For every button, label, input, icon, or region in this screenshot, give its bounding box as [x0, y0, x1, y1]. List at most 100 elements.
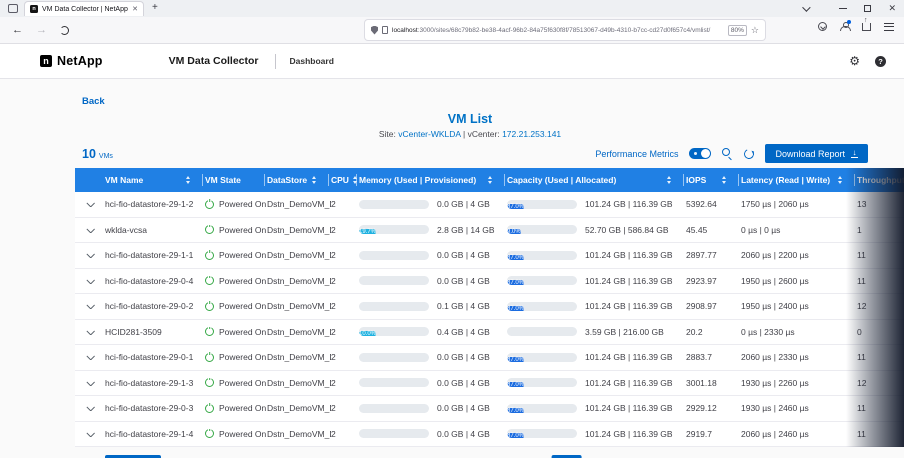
header-expand-spacer	[75, 168, 105, 192]
cell-memory: 0.0 GB | 4 GB	[359, 429, 507, 439]
window-maximize-button[interactable]	[864, 5, 871, 12]
permissions-icon[interactable]	[818, 22, 827, 31]
cell-vm-name: hci-fio-datastore-29-0-2	[105, 301, 205, 311]
browser-back-button[interactable]: ←	[12, 24, 23, 36]
window-close-button[interactable]: ✕	[888, 4, 896, 13]
cell-latency: 2060 µs | 2330 µs	[741, 352, 857, 362]
refresh-icon[interactable]	[743, 147, 756, 160]
list-tabs-chevron-icon[interactable]	[803, 3, 811, 11]
page-zoom-badge[interactable]: 80%	[728, 25, 747, 36]
hamburger-menu-icon[interactable]	[884, 23, 894, 31]
rows-per-page-select[interactable]: 15 Rows	[105, 455, 161, 458]
tab-close-icon[interactable]: ✕	[132, 5, 138, 13]
netapp-favicon	[30, 5, 38, 13]
cell-iops: 2919.7	[686, 429, 741, 439]
share-icon[interactable]	[862, 23, 871, 31]
column-header-memory[interactable]: Memory (Used | Provisioned)	[359, 168, 507, 192]
help-icon[interactable]	[875, 56, 886, 67]
row-expand-chevron[interactable]	[86, 252, 94, 258]
cell-latency: 1930 µs | 2460 µs	[741, 403, 857, 413]
vcenter-ip-link[interactable]: 172.21.253.141	[502, 129, 561, 139]
capacity-bar: 87.0%	[507, 302, 577, 311]
url-bar[interactable]: localhost:3000/sites/68c79b82-be38-4acf-…	[365, 20, 765, 40]
row-expand-chevron[interactable]	[86, 227, 94, 233]
cell-vm-name: hci-fio-datastore-29-1-3	[105, 378, 205, 388]
new-tab-button[interactable]: +	[152, 2, 158, 13]
row-expand-chevron[interactable]	[86, 354, 94, 360]
cell-latency: 0 µs | 0 µs	[741, 225, 857, 235]
column-header-datastore[interactable]: DataStore	[267, 168, 331, 192]
nav-dashboard[interactable]: Dashboard	[290, 56, 334, 66]
column-header-throughput[interactable]: Throughput	[857, 168, 904, 192]
capacity-bar: 87.0%	[507, 200, 577, 209]
capacity-bar: 9.0%	[507, 225, 577, 234]
cell-capacity: 87.0% 101.24 GB | 116.39 GB	[507, 250, 686, 260]
bookmark-star-icon[interactable]: ☆	[751, 26, 759, 35]
capacity-bar: 87.0%	[507, 378, 577, 387]
table-row: hci-fio-datastore-29-0-3 Powered On Dstn…	[75, 396, 904, 422]
tracking-shield-icon[interactable]	[371, 26, 378, 35]
row-expand-chevron[interactable]	[86, 278, 94, 284]
sort-icon[interactable]	[722, 176, 726, 184]
table-row: hci-fio-datastore-29-1-2 Powered On Dstn…	[75, 192, 904, 218]
sort-icon[interactable]	[488, 176, 492, 184]
column-header-capacity[interactable]: Capacity (Used | Allocated)	[507, 168, 686, 192]
column-header-cpu[interactable]: CPU	[331, 168, 359, 192]
power-on-icon	[205, 353, 214, 362]
table-row: hci-fio-datastore-29-1-4 Powered On Dstn…	[75, 422, 904, 448]
column-header-vm-name[interactable]: VM Name	[105, 168, 205, 192]
cell-memory: 0.0 GB | 4 GB	[359, 250, 507, 260]
cell-throughput: 11	[857, 352, 904, 362]
cell-vm-name: hci-fio-datastore-29-0-1	[105, 352, 205, 362]
memory-bar	[359, 200, 429, 209]
brand-name: NetApp	[57, 54, 103, 68]
cell-cpu: 2	[331, 403, 359, 413]
column-header-latency[interactable]: Latency (Read | Write)	[741, 168, 857, 192]
sort-icon[interactable]	[186, 176, 190, 184]
performance-metrics-toggle[interactable]	[689, 148, 711, 159]
search-icon[interactable]	[722, 148, 733, 159]
sort-icon[interactable]	[353, 176, 357, 184]
cell-iops: 2897.77	[686, 250, 741, 260]
browser-forward-button[interactable]: →	[36, 24, 47, 36]
cell-cpu: 2	[331, 199, 359, 209]
tab-title: VM Data Collector | NetApp	[42, 6, 128, 13]
cell-throughput: 11	[857, 276, 904, 286]
cell-cpu: 2	[331, 352, 359, 362]
app-title: VM Data Collector	[169, 55, 259, 67]
cell-vm-state: Powered On	[205, 403, 267, 413]
settings-gear-icon[interactable]	[849, 55, 860, 67]
row-expand-chevron[interactable]	[86, 431, 94, 437]
current-page-button[interactable]: 1	[552, 455, 582, 458]
back-link[interactable]: Back	[82, 96, 105, 107]
row-expand-chevron[interactable]	[86, 303, 94, 309]
row-expand-chevron[interactable]	[86, 329, 94, 335]
row-expand-chevron[interactable]	[86, 380, 94, 386]
cell-iops: 2923.97	[686, 276, 741, 286]
row-expand-chevron[interactable]	[86, 405, 94, 411]
sort-icon[interactable]	[838, 176, 842, 184]
browser-reload-icon[interactable]	[60, 26, 69, 35]
memory-bar	[359, 429, 429, 438]
power-on-icon	[205, 225, 214, 234]
cell-memory: 0.0 GB | 4 GB	[359, 276, 507, 286]
account-icon[interactable]	[840, 22, 849, 31]
download-report-button[interactable]: Download Report ↓	[765, 144, 868, 163]
sort-icon[interactable]	[667, 176, 671, 184]
site-link[interactable]: vCenter-WKLDA	[398, 129, 460, 139]
cell-capacity: 87.0% 101.24 GB | 116.39 GB	[507, 276, 686, 286]
cell-vm-name: hci-fio-datastore-29-1-1	[105, 250, 205, 260]
memory-bar: 10.0%	[359, 327, 429, 336]
window-minimize-button[interactable]	[839, 8, 847, 9]
page-info-icon[interactable]	[382, 26, 388, 34]
sort-icon[interactable]	[312, 176, 316, 184]
cell-vm-state: Powered On	[205, 429, 267, 439]
browser-tab[interactable]: VM Data Collector | NetApp ✕	[24, 1, 144, 16]
cell-throughput: 12	[857, 378, 904, 388]
cell-datastore: Dstn_DemoVM_DS01	[267, 352, 331, 362]
cell-capacity: 87.0% 101.24 GB | 116.39 GB	[507, 429, 686, 439]
row-expand-chevron[interactable]	[86, 201, 94, 207]
firefox-view-icon[interactable]	[8, 4, 18, 13]
column-header-vm-state[interactable]: VM State	[205, 168, 267, 192]
column-header-iops[interactable]: IOPS	[686, 168, 741, 192]
